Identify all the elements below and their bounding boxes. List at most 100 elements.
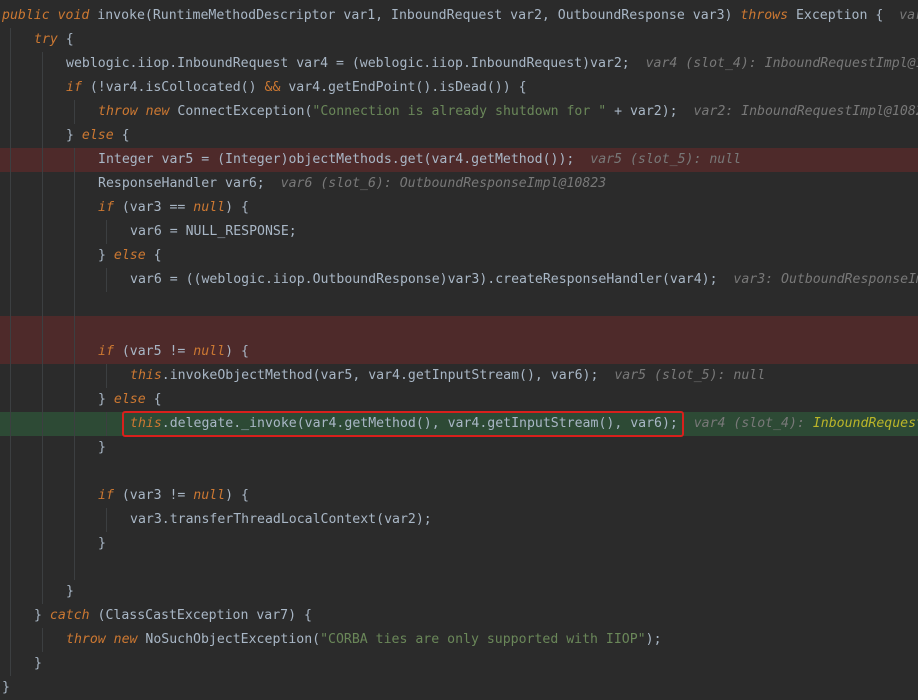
highlight-box (122, 411, 684, 437)
string-literal: "Connection is already shutdown for " (312, 104, 606, 119)
indent-guide (42, 316, 43, 340)
code-line[interactable]: if (!var4.isCollocated() && var4.getEndP… (0, 76, 918, 100)
code-token: } (2, 680, 10, 695)
code-text: } else { (98, 388, 162, 412)
code-line[interactable]: public void invoke(RuntimeMethodDescript… (0, 4, 918, 28)
indent-guide (10, 532, 11, 556)
keyword: if (98, 200, 114, 215)
indent-guide (10, 364, 11, 388)
code-line[interactable] (0, 292, 918, 316)
inline-debug-value: var5 (slot_5): null (590, 152, 741, 167)
code-token: weblogic.iiop.InboundRequest var4 = (web… (66, 56, 646, 71)
string-literal: "CORBA ties are only supported with IIOP… (320, 632, 646, 647)
breakpoint-line[interactable]: if (var5 != null) { (0, 340, 918, 364)
code-text: this.invokeObjectMethod(var5, var4.getIn… (130, 364, 765, 388)
indent-guide (42, 340, 43, 364)
code-token: { (146, 392, 162, 407)
indent-guide (74, 268, 75, 292)
code-text: ResponseHandler var6; var6 (slot_6): Out… (98, 172, 606, 196)
code-token: } (98, 536, 106, 551)
breakpoint-line[interactable]: Integer var5 = (Integer)objectMethods.ge… (0, 148, 918, 172)
indent-guide (10, 268, 11, 292)
indent-guide (74, 100, 75, 124)
indent-guide (10, 556, 11, 580)
keyword: if (98, 344, 114, 359)
code-line[interactable]: } else { (0, 388, 918, 412)
code-token: { (58, 32, 74, 47)
inline-debug-value: var4 (slot_4): (694, 416, 813, 431)
code-text: throw new NoSuchObjectException("CORBA t… (66, 628, 662, 652)
code-line[interactable]: } (0, 532, 918, 556)
code-line[interactable]: } (0, 436, 918, 460)
code-line[interactable]: throw new ConnectException("Connection i… (0, 100, 918, 124)
indent-guide (42, 52, 43, 76)
keyword: throw new (98, 104, 169, 119)
code-line[interactable]: throw new NoSuchObjectException("CORBA t… (0, 628, 918, 652)
code-text: if (var3 != null) { (98, 484, 249, 508)
code-token: ) { (225, 344, 249, 359)
code-line[interactable]: ResponseHandler var6; var6 (slot_6): Out… (0, 172, 918, 196)
keyword: this (130, 368, 162, 383)
code-token: { (146, 248, 162, 263)
code-line[interactable] (0, 556, 918, 580)
indent-guide (106, 220, 107, 244)
code-token: } (98, 440, 106, 455)
breakpoint-line[interactable] (0, 316, 918, 340)
indent-guide (10, 220, 11, 244)
indent-guide (42, 460, 43, 484)
code-line[interactable]: var6 = NULL_RESPONSE; (0, 220, 918, 244)
inline-debug-value: var5 (slot_5): null (614, 368, 765, 383)
code-line[interactable]: var3.transferThreadLocalContext(var2); (0, 508, 918, 532)
code-line[interactable]: var6 = ((weblogic.iiop.OutboundResponse)… (0, 268, 918, 292)
code-line[interactable]: if (var3 == null) { (0, 196, 918, 220)
code-line[interactable]: } (0, 652, 918, 676)
code-text: } (2, 676, 10, 700)
indent-guide (106, 268, 107, 292)
indent-guide (74, 196, 75, 220)
code-text: } (98, 436, 106, 460)
code-line[interactable]: } (0, 676, 918, 700)
code-token: (ClassCastException var7) { (90, 608, 312, 623)
indent-guide (74, 460, 75, 484)
code-line[interactable] (0, 460, 918, 484)
inline-debug-value: var2: InboundRequestImpl@10822 (694, 104, 918, 119)
code-line[interactable]: if (var3 != null) { (0, 484, 918, 508)
indent-guide (42, 436, 43, 460)
indent-guide (74, 364, 75, 388)
code-token: } (34, 656, 42, 671)
indent-guide (106, 508, 107, 532)
keyword: else (114, 248, 146, 263)
code-token: var3.transferThreadLocalContext(var2); (130, 512, 432, 527)
indent-guide (42, 148, 43, 172)
code-text: var6 = NULL_RESPONSE; (130, 220, 297, 244)
code-line[interactable]: } else { (0, 124, 918, 148)
indent-guide (74, 436, 75, 460)
code-token: } (34, 608, 50, 623)
code-token: ) { (225, 488, 249, 503)
code-token: Integer var5 = (Integer)objectMethods.ge… (98, 152, 590, 167)
inline-debug-value: var6 (slot_6): OutboundResponseImpl@1082… (281, 176, 607, 191)
indent-guide (10, 628, 11, 652)
code-text: var3.transferThreadLocalContext(var2); (130, 508, 432, 532)
code-text: } catch (ClassCastException var7) { (34, 604, 312, 628)
inline-debug-value: var1 (899, 8, 918, 23)
code-line[interactable]: try { (0, 28, 918, 52)
code-line[interactable]: } (0, 580, 918, 604)
indent-guide (10, 28, 11, 52)
code-line[interactable]: } catch (ClassCastException var7) { (0, 604, 918, 628)
code-line[interactable]: } else { (0, 244, 918, 268)
code-text: if (!var4.isCollocated() && var4.getEndP… (66, 76, 527, 100)
indent-guide (74, 508, 75, 532)
code-editor[interactable]: }} throw new NoSuchObjectException("CORBA… (0, 0, 918, 695)
code-line[interactable]: this.invokeObjectMethod(var5, var4.getIn… (0, 364, 918, 388)
indent-guide (74, 412, 75, 436)
code-text: } else { (66, 124, 130, 148)
indent-guide (42, 196, 43, 220)
indent-guide (74, 148, 75, 172)
indent-guide (42, 628, 43, 652)
code-token: .invokeObjectMethod(var5, var4.getInputS… (162, 368, 615, 383)
indent-guide (74, 388, 75, 412)
code-line[interactable]: weblogic.iiop.InboundRequest var4 = (web… (0, 52, 918, 76)
code-text: throw new ConnectException("Connection i… (98, 100, 918, 124)
inline-debug-value: var3: OutboundResponseImpl@10823 (733, 272, 918, 287)
